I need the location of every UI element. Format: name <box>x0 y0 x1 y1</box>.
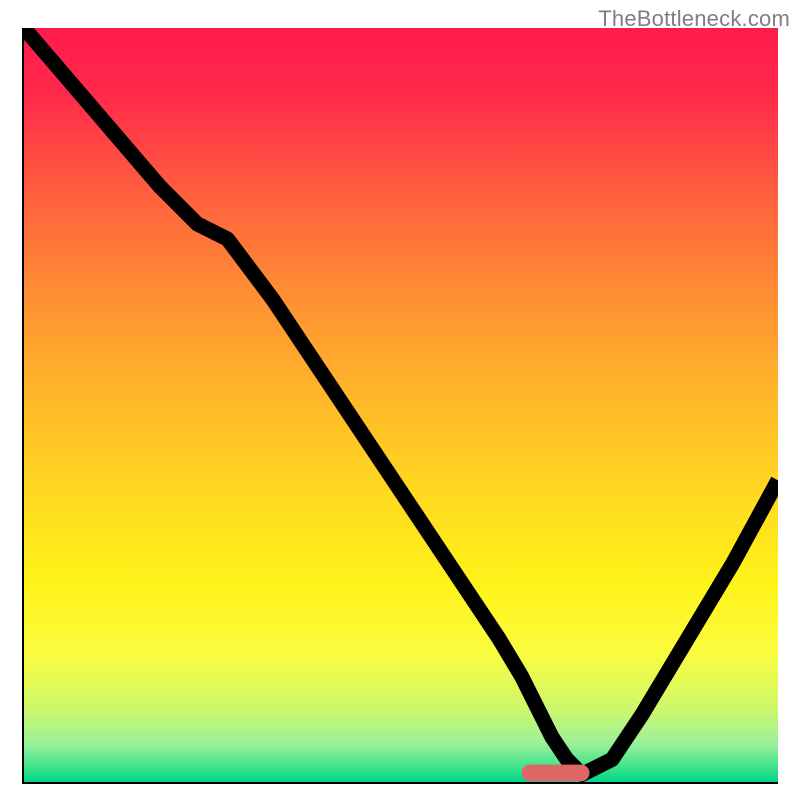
curve-layer <box>24 28 778 782</box>
watermark-text: TheBottleneck.com <box>598 6 790 32</box>
bottleneck-curve <box>24 28 778 774</box>
plot-area <box>22 28 778 784</box>
optimal-range-marker <box>522 765 590 782</box>
chart-wrapper: TheBottleneck.com <box>0 0 800 800</box>
